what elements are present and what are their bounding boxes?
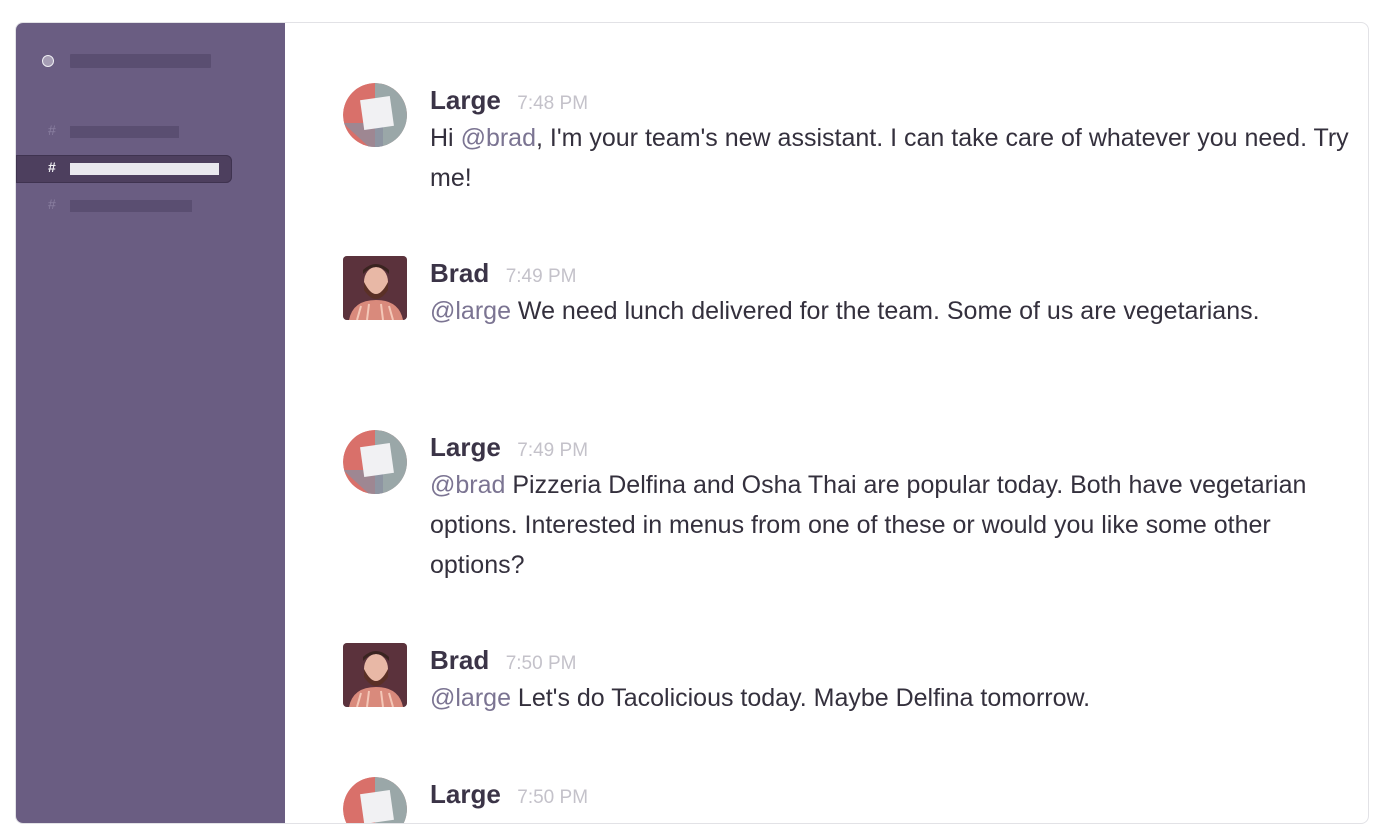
brad-avatar[interactable] <box>343 256 407 320</box>
large-logo-avatar[interactable] <box>343 83 407 147</box>
timestamp[interactable]: 7:50 PM <box>506 653 577 674</box>
mention-link[interactable]: @large <box>430 297 511 325</box>
brad-avatar[interactable] <box>343 643 407 707</box>
status-dot-icon <box>42 55 54 67</box>
message: Large 7:48 PM Hi @brad, I'm your team's … <box>343 83 1353 203</box>
message-text: @brad Pizzeria Delfina and Osha Thai are… <box>430 471 1307 579</box>
message-body: Large 7:49 PM @brad Pizzeria Delfina and… <box>430 430 1353 585</box>
sidebar: # # # <box>16 23 285 823</box>
timestamp[interactable]: 7:48 PM <box>517 93 588 114</box>
message-body: Large 7:48 PM Hi @brad, I'm your team's … <box>430 83 1353 198</box>
large-logo-avatar[interactable] <box>343 777 407 823</box>
app-window: # # # Large 7:48 PM Hi @brad, I'm your t… <box>15 22 1369 824</box>
message-body: Brad 7:50 PM @large Let's do Tacolicious… <box>430 643 1353 718</box>
message: Large 7:49 PM @brad Pizzeria Delfina and… <box>343 430 1353 590</box>
sidebar-channel-active[interactable]: # <box>16 155 232 183</box>
channel-name-placeholder <box>70 126 179 138</box>
sidebar-channel[interactable]: # <box>16 118 232 146</box>
timestamp[interactable]: 7:50 PM <box>517 787 588 808</box>
author-name[interactable]: Large <box>430 779 501 809</box>
hash-icon: # <box>48 159 56 175</box>
message-text: @large Let's do Tacolicious today. Maybe… <box>430 684 1091 712</box>
mention-link[interactable]: @brad <box>461 124 536 152</box>
sidebar-channel[interactable]: # <box>16 192 232 220</box>
timestamp[interactable]: 7:49 PM <box>506 266 577 287</box>
team-name-placeholder[interactable] <box>70 54 211 68</box>
message: Brad 7:49 PM @large We need lunch delive… <box>343 256 1353 376</box>
message-body: Large 7:50 PM <box>430 777 1353 811</box>
channel-name-placeholder <box>70 163 219 175</box>
channel-name-placeholder <box>70 200 192 212</box>
author-name[interactable]: Brad <box>430 645 489 675</box>
message-text: Hi @brad, I'm your team's new assistant.… <box>430 124 1349 192</box>
message-list: Large 7:48 PM Hi @brad, I'm your team's … <box>285 23 1368 823</box>
large-logo-avatar[interactable] <box>343 430 407 494</box>
message-text: @large We need lunch delivered for the t… <box>430 297 1260 325</box>
message-body: Brad 7:49 PM @large We need lunch delive… <box>430 256 1353 331</box>
mention-link[interactable]: @large <box>430 684 511 712</box>
author-name[interactable]: Large <box>430 432 501 462</box>
hash-icon: # <box>48 122 56 138</box>
message: Brad 7:50 PM @large Let's do Tacolicious… <box>343 643 1353 723</box>
message: Large 7:50 PM <box>343 777 1353 823</box>
hash-icon: # <box>48 196 56 212</box>
mention-link[interactable]: @brad <box>430 471 505 499</box>
author-name[interactable]: Brad <box>430 258 489 288</box>
timestamp[interactable]: 7:49 PM <box>517 440 588 461</box>
author-name[interactable]: Large <box>430 85 501 115</box>
